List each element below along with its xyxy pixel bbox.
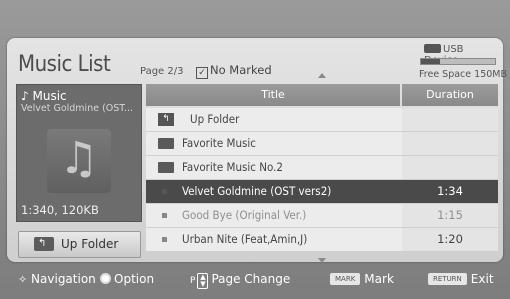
title-cell: Good Bye (Original Ver.) xyxy=(146,204,400,227)
up-folder-button[interactable]: ↰ Up Folder xyxy=(18,231,141,258)
preview-box: ♪ Music Velvet Goldmine (OST... ♫ 1:340,… xyxy=(16,84,142,222)
page-title: Music List xyxy=(18,52,111,77)
duration-cell xyxy=(402,108,498,131)
footer-bar: ✧ Navigation Option P ▲ ▼ Page Change MARK M… xyxy=(0,266,510,292)
title-cell: Favorite Music No.2 xyxy=(146,156,400,179)
free-space: Free Space 150MB xyxy=(419,69,507,80)
title-cell: Urban Nite (Feat,Amin,J) xyxy=(146,228,400,251)
folder-icon xyxy=(158,138,174,149)
duration-cell: 1:15 xyxy=(402,204,498,227)
usb-space-fill xyxy=(421,59,440,64)
option-hint[interactable]: Option xyxy=(100,272,154,286)
usb-space-bar xyxy=(420,58,496,65)
track-name: Favorite Music xyxy=(182,136,256,150)
duration-cell: 1:20 xyxy=(402,228,498,251)
title-cell: Favorite Music xyxy=(146,132,400,155)
folder-icon xyxy=(158,162,174,173)
table-row[interactable]: Urban Nite (Feat,Amin,J) 1:20 xyxy=(146,228,498,252)
preview-heading: ♪ Music xyxy=(21,89,67,103)
navigation-hint: ✧ Navigation xyxy=(18,272,96,286)
navigation-icon: ✧ xyxy=(18,273,28,286)
column-header-duration: Duration xyxy=(402,84,498,106)
music-file-icon xyxy=(162,213,167,218)
page-change-hint[interactable]: P ▲ ▼ Page Change xyxy=(190,272,290,289)
music-note-icon: ♫ xyxy=(47,129,111,193)
music-file-icon xyxy=(162,189,167,194)
column-header-title: Title xyxy=(146,84,400,106)
mark-status: ✓ No Marked xyxy=(196,63,272,79)
track-name: Up Folder xyxy=(190,112,240,126)
title-cell: Velvet Goldmine (OST vers2) xyxy=(146,180,400,203)
title-cell: ↰ Up Folder xyxy=(146,108,400,131)
duration-cell: 1:34 xyxy=(402,180,498,203)
folder-row[interactable]: Favorite Music xyxy=(146,132,498,156)
track-name: Velvet Goldmine (OST vers2) xyxy=(182,184,332,198)
music-table: Title Duration ↰ Up Folder Favorite Music F… xyxy=(146,84,498,256)
page-updown-icon: ▲ ▼ xyxy=(197,273,209,289)
scroll-up-icon[interactable] xyxy=(318,73,326,78)
exit-hint[interactable]: RETURN Exit xyxy=(428,272,494,286)
preview-track: Velvet Goldmine (OST... xyxy=(21,103,134,114)
up-folder-row[interactable]: ↰ Up Folder xyxy=(146,108,498,132)
mark-hint[interactable]: MARK Mark xyxy=(330,272,394,286)
folder-row[interactable]: Favorite Music No.2 xyxy=(146,156,498,180)
checkbox-icon: ✓ xyxy=(196,67,208,79)
duration-cell xyxy=(402,156,498,179)
page-indicator: Page 2/3 xyxy=(140,66,184,77)
usb-icon xyxy=(424,44,441,53)
table-row[interactable]: Velvet Goldmine (OST vers2) 1:34 xyxy=(146,180,498,204)
duration-cell xyxy=(402,132,498,155)
option-icon xyxy=(100,273,111,284)
track-name: Good Bye (Original Ver.) xyxy=(182,208,307,222)
track-name: Favorite Music No.2 xyxy=(182,160,283,174)
music-file-icon xyxy=(162,237,167,242)
track-name: Urban Nite (Feat,Amin,J) xyxy=(182,232,308,246)
table-row[interactable]: Good Bye (Original Ver.) 1:15 xyxy=(146,204,498,228)
folder-up-icon: ↰ xyxy=(158,113,174,126)
preview-size: 1:340, 120KB xyxy=(21,203,99,217)
scroll-down-icon[interactable] xyxy=(318,258,326,263)
